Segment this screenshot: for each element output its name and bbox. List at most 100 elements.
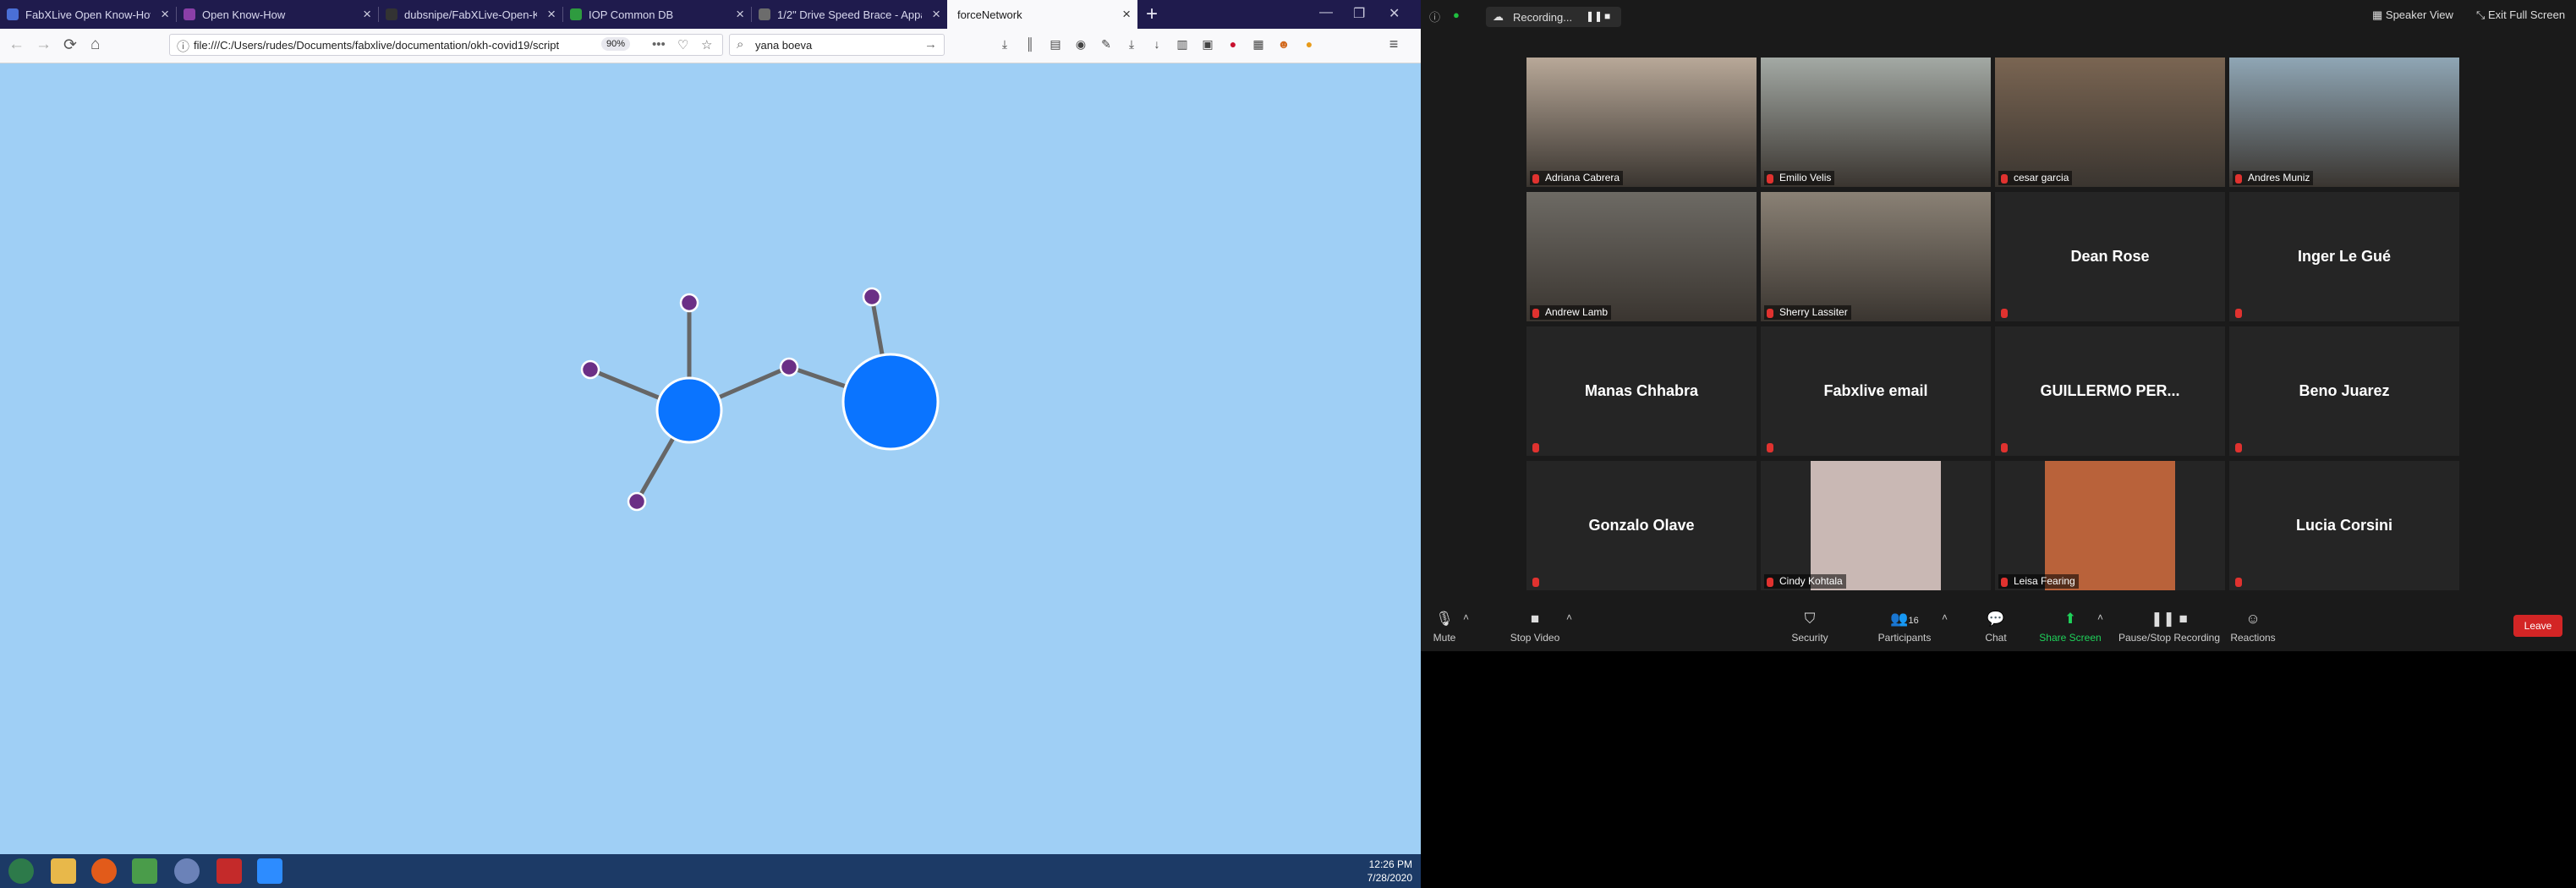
close-icon[interactable]: × bbox=[736, 6, 744, 23]
tab-iop-common-db[interactable]: IOP Common DB × bbox=[563, 0, 751, 29]
pause-icon[interactable]: ❚❚ bbox=[1586, 10, 1603, 22]
leave-meeting-button[interactable]: Leave bbox=[2513, 615, 2562, 637]
info-icon[interactable]: ⓘ bbox=[1429, 8, 1440, 25]
participant-tile[interactable]: Beno Juarez bbox=[2229, 326, 2459, 456]
start-button-icon[interactable] bbox=[8, 858, 34, 884]
pen-icon[interactable]: ✎ bbox=[1099, 37, 1113, 51]
participant-tile[interactable]: Andrew Lamb bbox=[1526, 192, 1757, 321]
security-button[interactable]: ⛉ Security bbox=[1784, 611, 1835, 644]
force-network-graph[interactable] bbox=[0, 63, 1421, 854]
reload-icon[interactable]: ⟳ bbox=[63, 36, 77, 55]
filezilla-icon[interactable] bbox=[216, 858, 242, 884]
tab-open-know-how[interactable]: Open Know-How × bbox=[177, 0, 378, 29]
reactions-button[interactable]: ☺ Reactions bbox=[2226, 611, 2280, 644]
save-icon[interactable]: ⤓ bbox=[1125, 37, 1138, 51]
graph-node-small[interactable] bbox=[679, 293, 699, 313]
participant-tile[interactable]: Gonzalo Olave bbox=[1526, 461, 1757, 590]
close-icon[interactable]: × bbox=[1122, 6, 1131, 23]
participant-tile[interactable]: Sherry Lassiter bbox=[1761, 192, 1991, 321]
restore-icon[interactable]: ❐ bbox=[1353, 5, 1365, 22]
graph-node-small[interactable] bbox=[779, 357, 799, 377]
tab-github-repo[interactable]: dubsnipe/FabXLive-Open-Know × bbox=[379, 0, 562, 29]
mute-button[interactable]: 🎙 Mute bbox=[1428, 611, 1461, 644]
address-bar[interactable]: ⓘ file:///C:/Users/rudes/Documents/fabxl… bbox=[169, 34, 723, 56]
participants-button[interactable]: 👥16 Participants bbox=[1871, 611, 1938, 644]
audio-options-caret-icon[interactable]: ˄ bbox=[1463, 611, 1469, 623]
close-icon[interactable]: × bbox=[932, 6, 940, 23]
forward-icon[interactable]: → bbox=[36, 36, 52, 54]
speaker-view-button[interactable]: ▦ Speaker View bbox=[2372, 8, 2453, 22]
page-actions-icon[interactable]: ••• bbox=[652, 37, 666, 52]
zoom-app-icon[interactable] bbox=[257, 858, 282, 884]
firefox-icon[interactable] bbox=[91, 858, 117, 884]
encryption-shield-icon[interactable]: ● bbox=[1453, 8, 1460, 21]
orange-extension-icon[interactable]: ● bbox=[1302, 37, 1316, 51]
search-bar[interactable]: ⌕ yana boeva → bbox=[729, 34, 945, 56]
participant-tile[interactable]: Manas Chhabra bbox=[1526, 326, 1757, 456]
participant-tile[interactable]: Cindy Kohtala bbox=[1761, 461, 1991, 590]
participant-tile[interactable]: Fabxlive email bbox=[1761, 326, 1991, 456]
video-options-caret-icon[interactable]: ˄ bbox=[1566, 611, 1572, 623]
pause-stop-recording-button[interactable]: ❚❚ ■ Pause/Stop Recording bbox=[2114, 611, 2224, 644]
zoom-level-badge[interactable]: 90% bbox=[601, 37, 631, 51]
graph-node-small[interactable] bbox=[580, 359, 600, 380]
close-icon[interactable]: × bbox=[547, 6, 556, 23]
barcode-icon[interactable]: ▥ bbox=[1176, 37, 1189, 51]
new-tab-button[interactable]: + bbox=[1146, 3, 1158, 26]
search-go-icon[interactable]: → bbox=[924, 37, 937, 52]
notepad-icon[interactable] bbox=[132, 858, 157, 884]
back-icon[interactable]: ← bbox=[8, 36, 25, 54]
info-icon[interactable]: ⓘ bbox=[177, 37, 189, 55]
download-arrow-icon[interactable]: ↓ bbox=[1150, 37, 1164, 51]
pocket-icon[interactable]: ♡ bbox=[677, 37, 688, 52]
stop-video-button[interactable]: ■ Stop Video bbox=[1505, 611, 1565, 644]
graph-node-large[interactable] bbox=[841, 353, 940, 451]
face-extension-icon[interactable]: ☻ bbox=[1277, 37, 1291, 51]
graph-node-small[interactable] bbox=[627, 491, 647, 512]
close-window-icon[interactable]: ✕ bbox=[1389, 5, 1400, 22]
participant-tile[interactable]: GUILLERMO PER... bbox=[1995, 326, 2225, 456]
participant-tile[interactable]: cesar garcia bbox=[1995, 58, 2225, 187]
clock-time: 12:26 PM bbox=[1368, 858, 1412, 870]
downloads-icon[interactable]: ⤓ bbox=[998, 37, 1011, 51]
close-icon[interactable]: × bbox=[161, 6, 169, 23]
graph-node-large[interactable] bbox=[655, 376, 723, 444]
participant-tile[interactable]: Leisa Fearing bbox=[1995, 461, 2225, 590]
close-icon[interactable]: × bbox=[363, 6, 371, 23]
participant-tile[interactable]: Adriana Cabrera bbox=[1526, 58, 1757, 187]
participant-name: Beno Juarez bbox=[2299, 382, 2390, 399]
chat-bubble-icon: 💬 bbox=[1987, 611, 2005, 627]
shield-extension-icon[interactable]: ● bbox=[1226, 37, 1240, 51]
participant-tile[interactable]: Andres Muniz bbox=[2229, 58, 2459, 187]
library-icon[interactable]: ║ bbox=[1023, 37, 1037, 51]
tab-speed-brace[interactable]: 1/2" Drive Speed Brace - Appa × bbox=[752, 0, 947, 29]
system-clock[interactable]: 12:26 PM 7/28/2020 bbox=[1367, 858, 1412, 885]
participant-tile[interactable]: Inger Le Gué bbox=[2229, 192, 2459, 321]
url-text[interactable]: file:///C:/Users/rudes/Documents/fabxliv… bbox=[194, 39, 591, 52]
exit-full-screen-button[interactable]: ⤡ Exit Full Screen bbox=[2476, 8, 2565, 22]
share-screen-button[interactable]: ⬆ Share Screen bbox=[2036, 611, 2104, 644]
minimize-icon[interactable]: — bbox=[1319, 5, 1333, 20]
search-input[interactable]: yana boeva bbox=[755, 39, 812, 52]
sidebar-icon[interactable]: ▤ bbox=[1049, 37, 1062, 51]
grid-extension-icon[interactable]: ▦ bbox=[1252, 37, 1265, 51]
participant-tile[interactable]: Dean Rose bbox=[1995, 192, 2225, 321]
app-icon[interactable] bbox=[174, 858, 200, 884]
chat-button[interactable]: 💬 Chat bbox=[1979, 611, 2013, 644]
stop-icon[interactable]: ■ bbox=[1604, 10, 1610, 22]
bookmark-star-icon[interactable]: ☆ bbox=[701, 37, 712, 52]
menu-icon[interactable]: ≡ bbox=[1387, 36, 1400, 52]
participant-video bbox=[2229, 58, 2459, 187]
account-icon[interactable]: ◉ bbox=[1074, 37, 1088, 51]
participant-tile[interactable]: Emilio Velis bbox=[1761, 58, 1991, 187]
graph-node-small[interactable] bbox=[862, 287, 882, 307]
file-explorer-icon[interactable] bbox=[51, 858, 76, 884]
tab-force-network[interactable]: forceNetwork × bbox=[947, 0, 1137, 29]
participant-avatar bbox=[2045, 461, 2175, 590]
home-icon[interactable]: ⌂ bbox=[90, 36, 100, 54]
share-options-caret-icon[interactable]: ˄ bbox=[2097, 611, 2103, 623]
translate-icon[interactable]: ▣ bbox=[1201, 37, 1214, 51]
participant-tile[interactable]: Lucia Corsini bbox=[2229, 461, 2459, 590]
participants-caret-icon[interactable]: ˄ bbox=[1942, 611, 1948, 623]
tab-fabxlive-workshop[interactable]: FabXLive Open Know-How Worksh × bbox=[0, 0, 176, 29]
